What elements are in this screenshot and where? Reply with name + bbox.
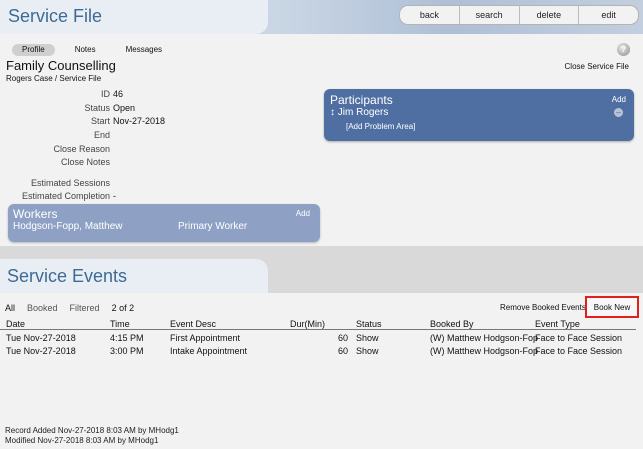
edit-button[interactable]: edit [579,6,638,24]
field-label: Status [84,103,110,113]
tab-messages[interactable]: Messages [116,44,172,56]
filter-filtered[interactable]: Filtered [70,303,100,313]
participant-name-label: Jim Rogers [337,107,389,118]
cell-status: Show [356,333,379,343]
field-start: Start Nov-27-2018 [0,116,240,127]
tab-profile[interactable]: Profile [12,44,55,56]
book-new-button[interactable]: Book New [585,296,639,318]
cell-date: Tue Nov-27-2018 [6,346,76,356]
field-close-reason: Close Reason [0,144,240,155]
back-button[interactable]: back [400,6,460,24]
participants-title: Participants [330,93,393,107]
workers-card: Workers Add Hodgson-Fopp, Matthew Primar… [8,204,320,242]
field-label: Close Notes [60,157,110,167]
help-icon[interactable]: ? [617,43,630,56]
worker-name[interactable]: Hodgson-Fopp, Matthew [13,221,123,232]
workers-title: Workers [13,207,58,221]
record-added-text: Record Added Nov-27-2018 8:03 AM by MHod… [5,426,179,435]
toolbar: back search delete edit [399,5,639,25]
cell-event-type: Face to Face Session [535,333,623,343]
breadcrumb: Rogers Case / Service File [6,74,102,83]
cell-date: Tue Nov-27-2018 [6,333,76,343]
cell-booked-by: (W) Matthew Hodgson-Fop [430,346,539,356]
tab-notes[interactable]: Notes [65,44,106,56]
remove-booked-events-button[interactable]: Remove Booked Events [500,303,586,312]
page-title: Service File [8,6,103,26]
column-header-duration[interactable]: Dur(Min) [290,319,348,329]
worker-role: Primary Worker [178,221,248,232]
column-header-date[interactable]: Date [6,319,25,329]
cell-status: Show [356,346,379,356]
field-value: - [113,191,116,201]
field-end: End [0,130,240,141]
field-label: Estimated Completion [21,191,110,201]
cell-time: 3:00 PM [110,346,144,356]
field-label: End [93,130,110,140]
field-status: Status Open [0,103,240,114]
field-label: ID [101,89,110,99]
cell-event-desc: First Appointment [170,333,241,343]
minus-circle-icon[interactable]: – [614,108,623,117]
field-label: Close Reason [53,144,110,154]
field-label: Estimated Sessions [30,178,110,188]
drag-handle-icon[interactable]: ↕ [330,107,335,118]
search-button[interactable]: search [460,6,520,24]
cell-event-type: Face to Face Session [535,346,623,356]
add-problem-area-link[interactable]: [Add Problem Area] [346,122,415,131]
case-title: Family Counselling [6,58,116,73]
service-events-tab: Service Events [0,259,268,293]
filter-all[interactable]: All [5,303,15,313]
field-label: Start [90,116,110,126]
event-count: 2 of 2 [111,303,135,313]
cell-booked-by: (W) Matthew Hodgson-Fop [430,333,539,343]
field-value: Nov-27-2018 [113,116,166,126]
cell-event-desc: Intake Appointment [170,346,248,356]
add-participant-button[interactable]: Add [612,95,626,104]
column-header-time[interactable]: Time [110,319,130,329]
column-header-status[interactable]: Status [356,319,382,329]
table-row[interactable]: Tue Nov-27-2018 4:15 PM First Appointmen… [0,333,636,344]
service-events-title: Service Events [7,266,128,286]
table-row[interactable]: Tue Nov-27-2018 3:00 PM Intake Appointme… [0,346,636,357]
field-id: ID 46 [0,89,240,100]
field-estimated-sessions: Estimated Sessions [0,178,240,189]
field-estimated-completion: Estimated Completion - [0,191,240,202]
cell-time: 4:15 PM [110,333,144,343]
field-value: 46 [113,89,124,99]
service-events-panel: All Booked Filtered 2 of 2 Remove Booked… [0,293,643,449]
column-header-booked-by[interactable]: Booked By [430,319,474,329]
profile-panel: Profile Notes Messages ? Close Service F… [0,34,643,246]
delete-button[interactable]: delete [520,6,580,24]
field-close-notes: Close Notes [0,157,240,168]
events-table-header: Date Time Event Desc Dur(Min) Status Boo… [0,319,636,330]
record-modified-text: Modified Nov-27-2018 8:03 AM by MHodg1 [5,436,159,445]
column-header-event-desc[interactable]: Event Desc [170,319,216,329]
cell-duration: 60 [337,333,348,343]
title-tab: Service File [0,0,268,34]
participants-card: Participants Add ↕ Jim Rogers – [Add Pro… [324,89,634,141]
cell-duration: 60 [337,346,348,356]
filter-booked[interactable]: Booked [27,303,58,313]
close-service-file-link[interactable]: Close Service File [565,62,629,71]
field-value: Open [113,103,136,113]
participant-name[interactable]: ↕ Jim Rogers [330,107,388,118]
subtabs: Profile Notes Messages [12,44,172,56]
column-header-event-type[interactable]: Event Type [535,319,580,329]
add-worker-button[interactable]: Add [296,209,310,218]
header-bar: Service File back search delete edit [0,0,643,34]
event-filters: All Booked Filtered 2 of 2 [5,303,134,313]
